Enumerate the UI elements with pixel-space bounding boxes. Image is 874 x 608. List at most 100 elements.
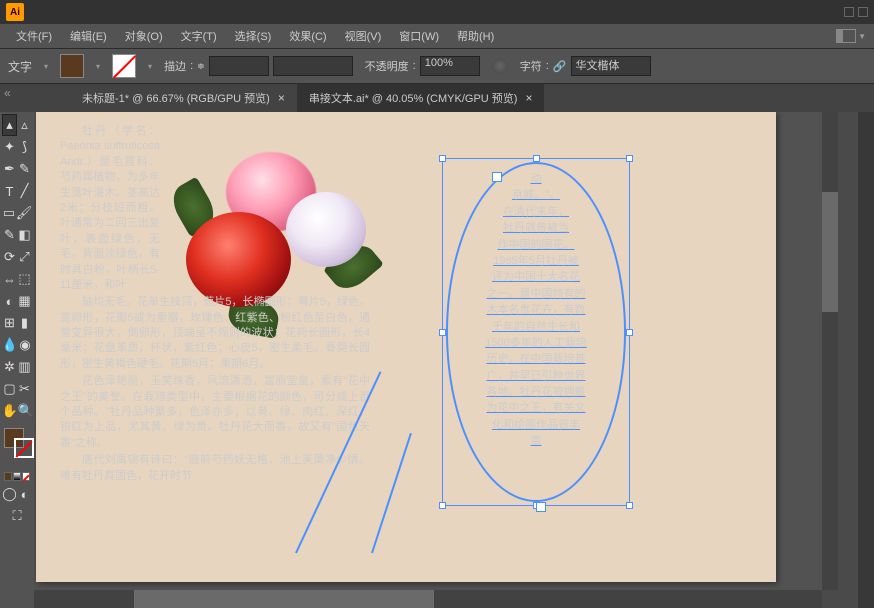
screen-mode-button[interactable]: ⛶	[2, 505, 32, 527]
menu-help[interactable]: 帮助(H)	[449, 24, 502, 48]
text-in-port[interactable]	[492, 172, 502, 182]
scale-tool[interactable]: ⤢	[17, 246, 32, 268]
text-line: 为花中之王，有关文	[456, 401, 616, 416]
type-tool[interactable]: T	[2, 180, 17, 202]
symbol-sprayer-tool[interactable]: ✲	[2, 356, 17, 378]
selection-handle[interactable]	[626, 329, 633, 336]
text-line: 京城。"。	[456, 188, 616, 203]
blend-tool[interactable]: ◉	[18, 334, 32, 356]
stroke-swatch[interactable]	[112, 54, 136, 78]
menu-file[interactable]: 文件(F)	[8, 24, 60, 48]
selection-handle[interactable]	[533, 155, 540, 162]
chevron-down-icon[interactable]: ▼	[858, 32, 866, 41]
text-line: 动	[456, 172, 616, 187]
width-tool[interactable]: ⇔	[2, 268, 17, 290]
document-tab-label: 串接文本.ai* @ 40.05% (CMYK/GPU 预览)	[309, 90, 518, 106]
magic-wand-tool[interactable]: ✦	[2, 136, 17, 158]
hand-tool[interactable]: ✋	[2, 400, 18, 422]
direct-selection-tool[interactable]: ▵	[17, 114, 32, 136]
none-swatch-icon[interactable]	[22, 472, 30, 481]
selection-handle[interactable]	[439, 502, 446, 509]
menu-edit[interactable]: 编辑(E)	[62, 24, 115, 48]
gradient-swatch-icon[interactable]	[13, 472, 21, 481]
rotate-tool[interactable]: ⟳	[2, 246, 17, 268]
document-tab-2[interactable]: 串接文本.ai* @ 40.05% (CMYK/GPU 预览) ×	[297, 84, 545, 112]
menu-object[interactable]: 对象(O)	[117, 24, 171, 48]
menu-view[interactable]: 视图(V)	[337, 24, 390, 48]
slice-tool[interactable]: ✂	[17, 378, 32, 400]
scrollbar-thumb[interactable]	[134, 590, 434, 608]
text-thread-link	[371, 433, 412, 553]
fill-stroke-control[interactable]	[2, 426, 32, 466]
text-out-port[interactable]	[536, 502, 546, 512]
font-family-dropdown[interactable]: 华文楷体	[571, 56, 651, 76]
opacity-input[interactable]: 100%	[420, 56, 480, 76]
link-icon[interactable]: 🔗	[553, 60, 567, 73]
workspace-layout-button[interactable]	[836, 29, 856, 43]
tab-scroll-icon[interactable]: «	[4, 86, 11, 100]
artboard[interactable]: 牡丹（学名：Paeonia suffruticosa Andr.）是毛茛科、芍药…	[36, 112, 776, 582]
menu-effect[interactable]: 效果(C)	[281, 24, 334, 48]
zoom-tool[interactable]: 🔍	[18, 400, 34, 422]
canvas-area: 牡丹（学名：Paeonia suffruticosa Andr.）是毛茛科、芍药…	[34, 112, 858, 608]
chevron-down-icon[interactable]: ▾	[148, 62, 152, 71]
eyedropper-tool[interactable]: 💧	[2, 334, 18, 356]
shape-builder-tool[interactable]: ◐	[2, 290, 17, 312]
lasso-tool[interactable]: ⟆	[17, 136, 32, 158]
minimize-icon[interactable]	[844, 7, 854, 17]
document-tab-1[interactable]: 未标题-1* @ 66.67% (RGB/GPU 预览) ×	[70, 84, 297, 112]
free-transform-tool[interactable]: ⬚	[17, 268, 32, 290]
selection-tool[interactable]: ▴	[2, 114, 17, 136]
close-icon[interactable]: ×	[525, 91, 532, 105]
draw-behind-icon[interactable]: ◐	[17, 483, 32, 505]
rectangle-tool[interactable]: ▭	[2, 202, 16, 224]
text-line: 历史。在中国栽培甚	[456, 352, 616, 367]
threaded-text-content: 动 京城。"。 在清代末年， 牡丹就曾被当 作中国的国花。 1985年5月牡丹被…	[456, 172, 616, 451]
stroke-weight-input[interactable]	[209, 56, 269, 76]
vertical-scrollbar[interactable]	[822, 112, 838, 590]
fill-swatch[interactable]	[60, 54, 84, 78]
graph-tool[interactable]: ▥	[17, 356, 32, 378]
perspective-tool[interactable]: ▦	[17, 290, 32, 312]
selection-handle[interactable]	[626, 502, 633, 509]
text-line: 1985年5月牡丹被	[456, 254, 616, 269]
text-paragraph: 轴均无毛。花单生枝顶，苞片5，长椭圆形；萼片5，绿色，宽卵形，花瓣5或为重瓣，玫…	[60, 295, 370, 372]
main-text-frame[interactable]: 牡丹（学名：Paeonia suffruticosa Andr.）是毛茛科、芍药…	[60, 124, 370, 486]
text-line: 千年的自然生长和	[456, 320, 616, 335]
tool-name-label: 文字	[8, 58, 32, 75]
eraser-tool[interactable]: ◧	[17, 224, 32, 246]
stroke-weight-stepper[interactable]: ≑	[197, 61, 205, 72]
brush-definition-dropdown[interactable]	[273, 56, 353, 76]
close-icon[interactable]: ×	[278, 91, 285, 105]
chevron-down-icon[interactable]: ▾	[44, 62, 48, 71]
document-tab-bar: « 未标题-1* @ 66.67% (RGB/GPU 预览) × 串接文本.ai…	[0, 84, 874, 112]
line-tool[interactable]: ╱	[17, 180, 32, 202]
scrollbar-thumb[interactable]	[822, 192, 838, 312]
horizontal-scrollbar[interactable]	[34, 590, 822, 608]
curvature-tool[interactable]: ✎	[17, 158, 32, 180]
chevron-down-icon[interactable]: ▾	[96, 62, 100, 71]
menu-type[interactable]: 文字(T)	[173, 24, 225, 48]
window-controls[interactable]	[844, 7, 868, 17]
color-swatch-icon[interactable]	[4, 472, 12, 481]
maximize-icon[interactable]	[858, 7, 868, 17]
pen-tool[interactable]: ✒	[2, 158, 17, 180]
selection-handle[interactable]	[439, 329, 446, 336]
mesh-tool[interactable]: ⊞	[2, 312, 17, 334]
text-line: 富	[456, 434, 616, 449]
text-line: 木本名贵花卉，有数	[456, 303, 616, 318]
shaper-tool[interactable]: ✎	[2, 224, 17, 246]
stroke-color-icon[interactable]	[14, 438, 34, 458]
menu-window[interactable]: 窗口(W)	[391, 24, 447, 48]
paintbrush-tool[interactable]: 🖌	[16, 202, 32, 224]
artboard-tool[interactable]: ▢	[2, 378, 17, 400]
menu-select[interactable]: 选择(S)	[227, 24, 280, 48]
selection-handle[interactable]	[439, 155, 446, 162]
text-line: 之一。是中国特有的	[456, 287, 616, 302]
panel-dock[interactable]	[858, 112, 874, 608]
title-bar: Ai	[0, 0, 874, 24]
selection-handle[interactable]	[626, 155, 633, 162]
gradient-tool[interactable]: ▮	[17, 312, 32, 334]
recolor-icon[interactable]	[492, 58, 508, 74]
draw-normal-icon[interactable]: ◯	[2, 483, 17, 505]
